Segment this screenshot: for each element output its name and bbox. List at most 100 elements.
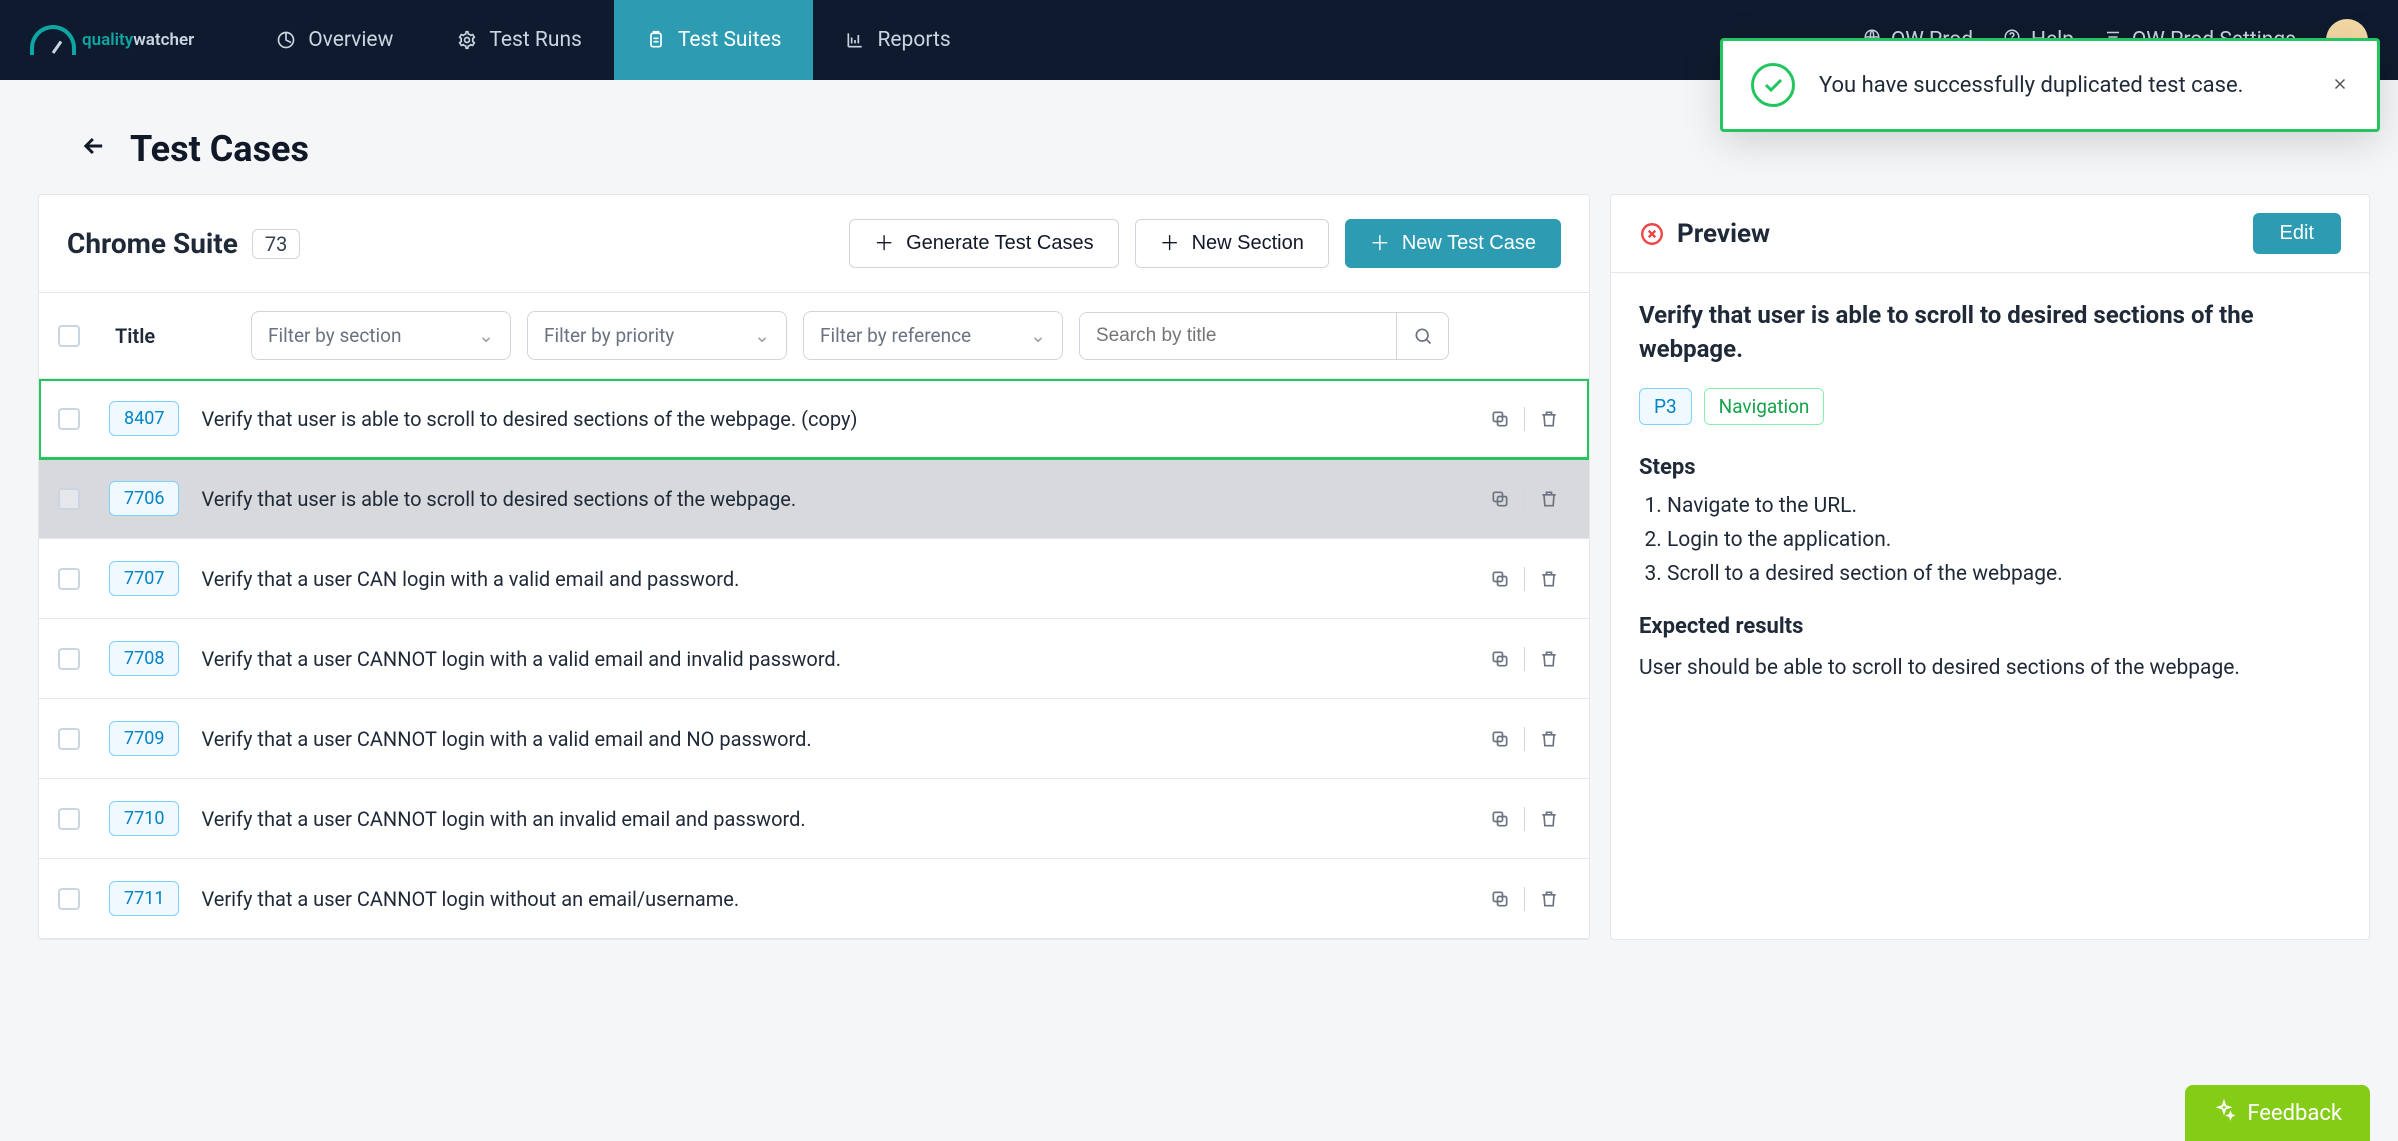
suite-title: Chrome Suite [67, 227, 238, 260]
row-actions [1490, 727, 1569, 751]
trash-icon[interactable] [1539, 409, 1559, 429]
test-case-id-tag: 7706 [109, 481, 179, 516]
row-actions [1490, 407, 1569, 431]
filter-section-select[interactable]: Filter by section ⌄ [251, 311, 511, 360]
new-test-case-label: New Test Case [1402, 232, 1536, 255]
test-case-title: Verify that a user CANNOT login with a v… [201, 727, 1490, 751]
suite-count-badge: 73 [252, 229, 300, 259]
filter-reference-placeholder: Filter by reference [820, 324, 971, 347]
divider [1524, 887, 1525, 911]
clipboard-icon [646, 30, 666, 50]
nav-test-runs[interactable]: Test Runs [425, 0, 614, 80]
trash-icon[interactable] [1539, 729, 1559, 749]
test-case-title: Verify that a user CAN login with a vali… [201, 567, 1490, 591]
row-checkbox[interactable] [58, 808, 80, 830]
trash-icon[interactable] [1539, 889, 1559, 909]
nav-reports[interactable]: Reports [813, 0, 982, 80]
nav-overview[interactable]: Overview [244, 0, 425, 80]
row-actions [1490, 567, 1569, 591]
copy-icon[interactable] [1490, 569, 1510, 589]
test-case-title: Verify that a user CANNOT login with a v… [201, 647, 1490, 671]
search-box [1079, 312, 1449, 360]
select-all-checkbox[interactable] [58, 325, 80, 347]
test-case-list: 8407 Verify that user is able to scroll … [39, 379, 1589, 939]
toast-close-button[interactable] [2331, 75, 2349, 96]
copy-icon[interactable] [1490, 729, 1510, 749]
sparkle-icon [2213, 1099, 2235, 1127]
trash-icon[interactable] [1539, 489, 1559, 509]
copy-icon[interactable] [1490, 649, 1510, 669]
filter-priority-select[interactable]: Filter by priority ⌄ [527, 311, 787, 360]
search-button[interactable] [1396, 313, 1448, 359]
copy-icon[interactable] [1490, 489, 1510, 509]
test-cases-panel: Chrome Suite 73 ＋ Generate Test Cases ＋ … [38, 194, 1590, 940]
expected-label: Expected results [1639, 614, 2341, 639]
row-actions [1490, 647, 1569, 671]
copy-icon[interactable] [1490, 809, 1510, 829]
trash-icon[interactable] [1539, 649, 1559, 669]
table-row[interactable]: 7708 Verify that a user CANNOT login wit… [39, 619, 1589, 699]
nav-reports-label: Reports [877, 28, 950, 52]
test-case-title: Verify that a user CANNOT login without … [201, 887, 1490, 911]
table-row[interactable]: 7707 Verify that a user CAN login with a… [39, 539, 1589, 619]
test-case-id-tag: 7707 [109, 561, 179, 596]
back-arrow-icon[interactable] [80, 132, 108, 167]
divider [1524, 647, 1525, 671]
toast-text: You have successfully duplicated test ca… [1819, 73, 2243, 98]
new-test-case-button[interactable]: ＋ New Test Case [1345, 219, 1561, 268]
row-actions [1490, 487, 1569, 511]
nav-test-suites[interactable]: Test Suites [614, 0, 814, 80]
row-checkbox[interactable] [58, 648, 80, 670]
divider [1524, 807, 1525, 831]
row-checkbox[interactable] [58, 728, 80, 750]
filter-reference-select[interactable]: Filter by reference ⌄ [803, 311, 1063, 360]
test-case-id-tag: 8407 [109, 401, 179, 436]
trash-icon[interactable] [1539, 809, 1559, 829]
search-input[interactable] [1080, 313, 1396, 359]
row-actions [1490, 807, 1569, 831]
edit-button[interactable]: Edit [2253, 213, 2341, 254]
steps-list: Navigate to the URL.Login to the applica… [1639, 494, 2341, 586]
table-row[interactable]: 7709 Verify that a user CANNOT login wit… [39, 699, 1589, 779]
row-checkbox[interactable] [58, 408, 80, 430]
copy-icon[interactable] [1490, 889, 1510, 909]
new-section-button[interactable]: ＋ New Section [1135, 219, 1329, 268]
table-row[interactable]: 8407 Verify that user is able to scroll … [39, 379, 1589, 459]
gear-icon [457, 30, 477, 50]
test-case-id-tag: 7709 [109, 721, 179, 756]
category-tag: Navigation [1704, 388, 1825, 425]
generate-test-cases-button[interactable]: ＋ Generate Test Cases [849, 219, 1119, 268]
table-row[interactable]: 7706 Verify that user is able to scroll … [39, 459, 1589, 539]
new-section-label: New Section [1192, 232, 1304, 255]
chevron-down-icon: ⌄ [1030, 324, 1046, 347]
table-row[interactable]: 7710 Verify that a user CANNOT login wit… [39, 779, 1589, 859]
logo[interactable]: qualitywatcher [30, 25, 194, 55]
row-checkbox[interactable] [58, 488, 80, 510]
edit-label: Edit [2280, 222, 2314, 245]
overview-icon [276, 30, 296, 50]
main-layout: Chrome Suite 73 ＋ Generate Test Cases ＋ … [0, 194, 2398, 940]
close-circle-icon[interactable] [1639, 221, 1665, 247]
chevron-down-icon: ⌄ [478, 324, 494, 347]
suite-header: Chrome Suite 73 ＋ Generate Test Cases ＋ … [39, 195, 1589, 293]
row-checkbox[interactable] [58, 568, 80, 590]
test-case-id-tag: 7711 [109, 881, 179, 916]
check-circle-icon [1751, 63, 1795, 107]
generate-label: Generate Test Cases [906, 232, 1094, 255]
row-checkbox[interactable] [58, 888, 80, 910]
copy-icon[interactable] [1490, 409, 1510, 429]
preview-title: Preview [1677, 219, 1770, 249]
test-case-id-tag: 7710 [109, 801, 179, 836]
filter-section-placeholder: Filter by section [268, 324, 401, 347]
plus-icon: ＋ [1160, 234, 1180, 254]
test-case-title: Verify that user is able to scroll to de… [201, 407, 1490, 431]
divider [1524, 407, 1525, 431]
filter-priority-placeholder: Filter by priority [544, 324, 674, 347]
test-case-id-tag: 7708 [109, 641, 179, 676]
table-row[interactable]: 7711 Verify that a user CANNOT login wit… [39, 859, 1589, 939]
trash-icon[interactable] [1539, 569, 1559, 589]
feedback-button[interactable]: Feedback [2185, 1085, 2370, 1141]
nav-items: Overview Test Runs Test Suites Reports [244, 0, 982, 80]
step-item: Login to the application. [1667, 528, 2341, 552]
divider [1524, 567, 1525, 591]
